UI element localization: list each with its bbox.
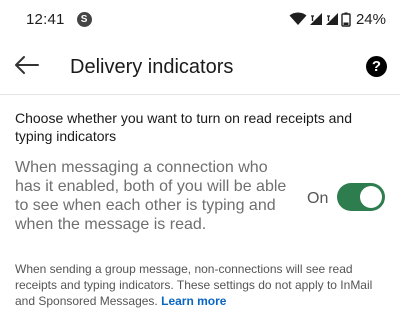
status-icons: 24% xyxy=(289,11,386,28)
arrow-left-icon xyxy=(14,55,40,80)
toggle-knob xyxy=(360,186,382,208)
page-title: Delivery indicators xyxy=(70,56,234,78)
delivery-indicators-toggle[interactable] xyxy=(337,183,385,211)
learn-more-link[interactable]: Learn more xyxy=(161,294,226,308)
status-time: 12:41 xyxy=(26,10,65,28)
app-notification-icon: S xyxy=(76,11,92,27)
delivery-indicators-setting: When messaging a connection who has it e… xyxy=(15,158,395,240)
status-bar: 12:41 S 24% xyxy=(0,0,400,38)
help-button[interactable]: ? xyxy=(366,56,387,77)
app-header: Delivery indicators ? xyxy=(0,38,400,96)
help-icon: ? xyxy=(371,58,382,75)
battery-icon xyxy=(341,12,351,27)
section-heading: Choose whether you want to turn on read … xyxy=(15,110,352,144)
back-button[interactable] xyxy=(12,53,42,81)
wifi-icon xyxy=(289,12,307,26)
header-divider xyxy=(0,94,400,95)
toggle-state-label: On xyxy=(307,190,329,207)
signal-icon xyxy=(309,12,323,26)
battery-percentage: 24% xyxy=(355,10,386,28)
setting-description: When messaging a connection who has it e… xyxy=(15,159,287,233)
footnote: When sending a group message, non-connec… xyxy=(15,261,390,309)
signal-icon xyxy=(325,12,339,26)
